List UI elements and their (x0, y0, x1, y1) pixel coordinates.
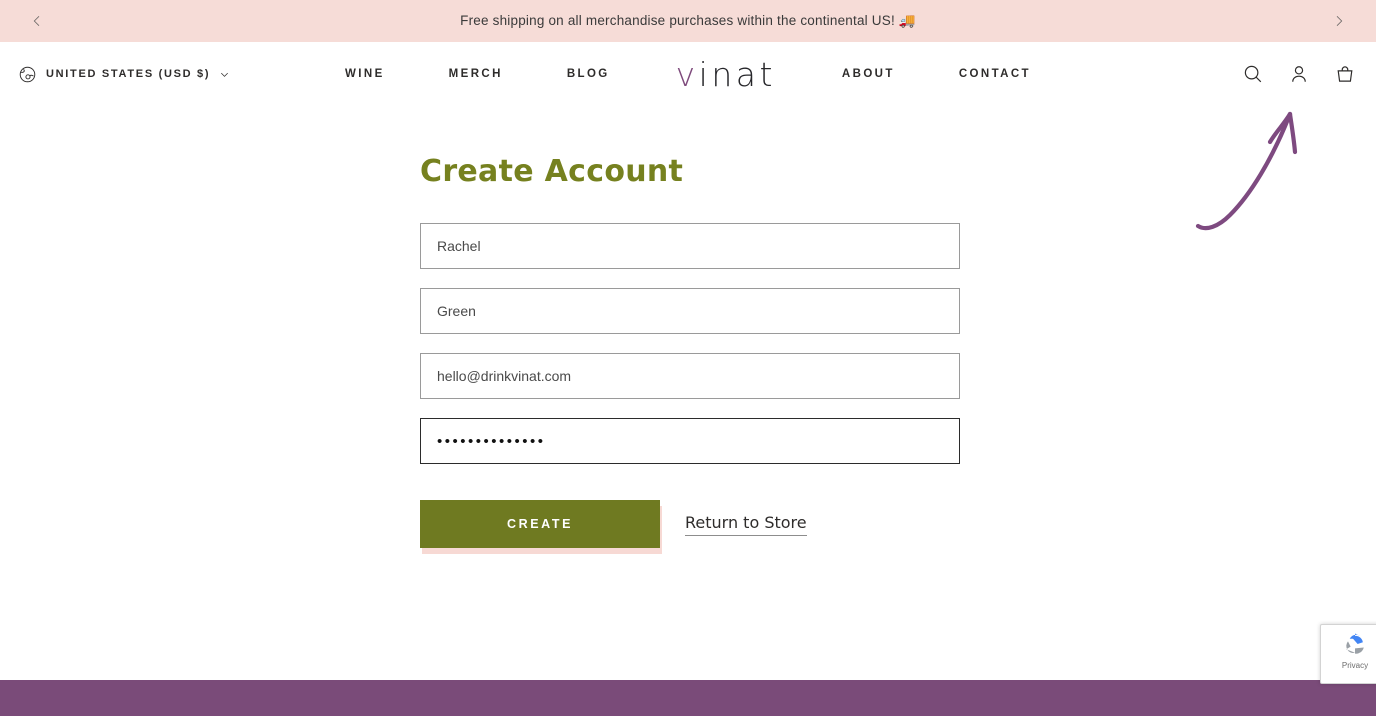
form-actions: CREATE Return to Store (420, 500, 960, 554)
email-field[interactable]: hello@drinkvinat.com (420, 353, 960, 399)
nav-link-wine[interactable]: WINE (345, 62, 385, 86)
last-name-field[interactable]: Green (420, 288, 960, 334)
chevron-right-icon (1336, 16, 1343, 26)
cart-button[interactable] (1332, 61, 1358, 87)
create-button[interactable]: CREATE (420, 500, 660, 548)
site-footer (0, 680, 1376, 716)
announcement-prev-button[interactable] (22, 6, 52, 36)
logo-first-letter: v (675, 54, 699, 94)
password-field[interactable]: •••••••••••••• (420, 418, 960, 464)
page-title: Create Account (420, 154, 684, 189)
announcement-bar: Free shipping on all merchandise purchas… (0, 0, 1376, 42)
logo-rest: inat (698, 54, 776, 94)
account-button[interactable] (1286, 61, 1312, 87)
nav-link-about[interactable]: ABOUT (842, 62, 895, 86)
nav-link-contact[interactable]: CONTACT (959, 62, 1031, 86)
recaptcha-label: Privacy (1341, 661, 1369, 670)
main-content: Create Account Rachel Green hello@drinkv… (0, 106, 1376, 554)
nav-link-blog[interactable]: BLOG (567, 62, 610, 86)
site-header: UNITED STATES (USD $) WINE MERCH BLOG vi… (0, 42, 1376, 106)
globe-icon (19, 66, 36, 82)
first-name-field[interactable]: Rachel (420, 223, 960, 269)
account-icon (1292, 66, 1306, 82)
announcement-next-button[interactable] (1324, 6, 1354, 36)
search-icon (1244, 65, 1262, 83)
return-to-store-link[interactable]: Return to Store (685, 513, 807, 536)
search-button[interactable] (1240, 61, 1266, 87)
locale-selector[interactable]: UNITED STATES (USD $) (18, 65, 230, 84)
nav-link-merch[interactable]: MERCH (449, 62, 503, 86)
chevron-down-icon (221, 72, 229, 77)
site-logo[interactable]: vinat (676, 58, 776, 91)
create-button-wrapper: CREATE (420, 500, 662, 554)
create-account-form: Create Account Rachel Green hello@drinkv… (420, 154, 960, 554)
chevron-left-icon (33, 16, 40, 26)
announcement-text: Free shipping on all merchandise purchas… (460, 13, 916, 28)
email-value: hello@drinkvinat.com (437, 368, 572, 384)
last-name-value: Green (437, 303, 476, 319)
first-name-value: Rachel (437, 238, 481, 254)
cart-icon (1337, 66, 1353, 82)
locale-label: UNITED STATES (USD $) (46, 68, 211, 80)
recaptcha-icon (1346, 633, 1364, 654)
recaptcha-badge[interactable]: Privacy (1320, 624, 1376, 684)
password-value: •••••••••••••• (437, 432, 546, 450)
header-icon-group (1240, 61, 1358, 87)
